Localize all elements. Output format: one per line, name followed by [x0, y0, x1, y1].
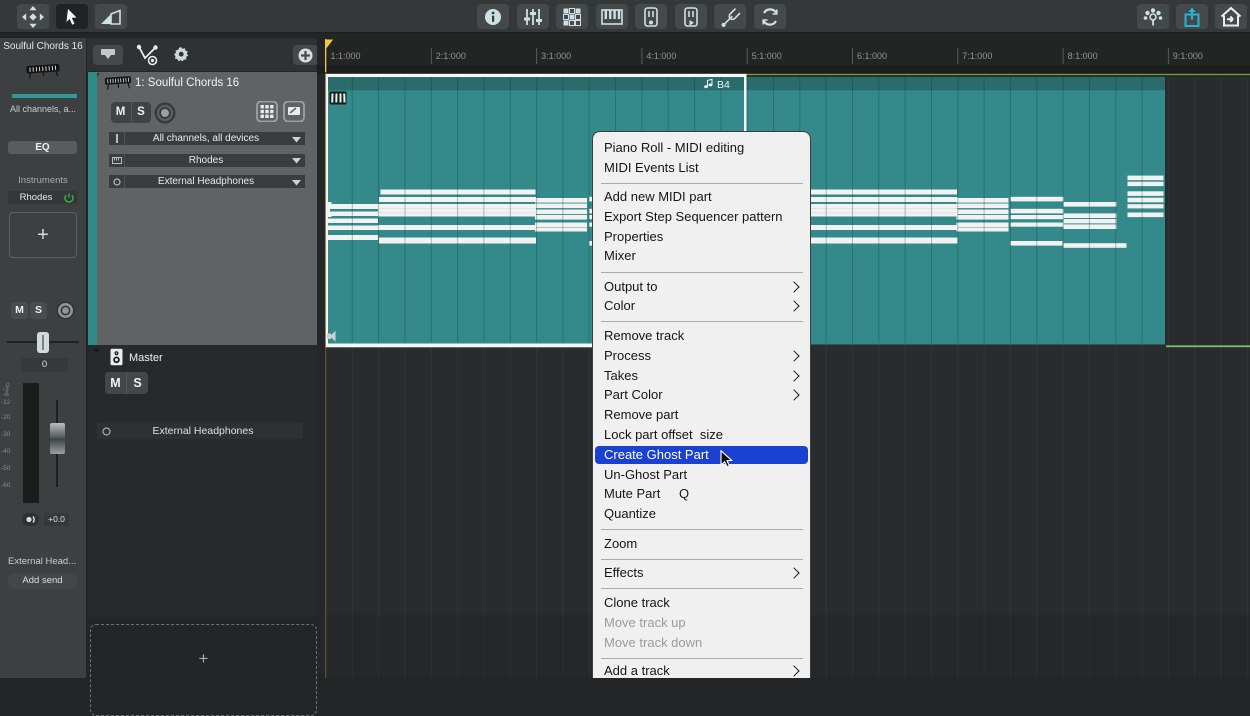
svg-text:5:1:000: 5:1:000 [752, 51, 782, 61]
svg-text:2:1:000: 2:1:000 [436, 51, 466, 61]
svg-text:6:1:000: 6:1:000 [857, 51, 887, 61]
svg-text:8:1:000: 8:1:000 [1068, 51, 1098, 61]
svg-text:7:1:000: 7:1:000 [962, 51, 992, 61]
svg-text:3:1:000: 3:1:000 [541, 51, 571, 61]
svg-text:B4: B4 [717, 79, 730, 91]
svg-text:4:1:000: 4:1:000 [646, 51, 676, 61]
svg-text:9:1:000: 9:1:000 [1173, 51, 1203, 61]
svg-text:1:1:000: 1:1:000 [331, 51, 361, 61]
